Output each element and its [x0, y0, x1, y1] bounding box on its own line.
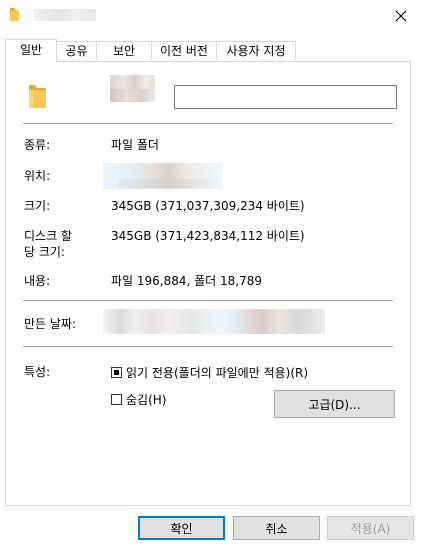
- disk-size-value: 345GB (371,423,834,112 바이트): [111, 229, 305, 243]
- title-bar: [0, 0, 421, 32]
- folder-name-blurred: [110, 75, 155, 102]
- folder-name-input[interactable]: [174, 85, 397, 109]
- advanced-button[interactable]: 고급(D)...: [274, 390, 395, 418]
- close-icon: [395, 10, 407, 22]
- disk-size-label-line2: 당 크기:: [24, 245, 65, 259]
- separator: [23, 123, 393, 124]
- ok-button[interactable]: 확인: [138, 516, 225, 540]
- tab-general[interactable]: 일반: [5, 39, 57, 62]
- hidden-checkbox[interactable]: [111, 394, 122, 405]
- folder-icon: [10, 8, 19, 21]
- tab-security[interactable]: 보안: [96, 41, 152, 60]
- disk-size-label-line1: 디스크 할: [24, 229, 72, 243]
- contains-label: 내용:: [24, 274, 51, 288]
- created-value-blurred: [103, 309, 325, 334]
- cancel-button[interactable]: 취소: [233, 516, 320, 540]
- type-value: 파일 폴더: [111, 138, 159, 152]
- readonly-checkbox[interactable]: [111, 367, 122, 378]
- contains-value: 파일 196,884, 폴더 18,789: [111, 274, 263, 288]
- apply-button[interactable]: 적용(A): [327, 516, 414, 540]
- readonly-label[interactable]: 읽기 전용(폴더의 파일에만 적용)(R): [126, 365, 308, 381]
- tab-sharing[interactable]: 공유: [56, 41, 97, 60]
- tab-customize[interactable]: 사용자 지정: [216, 41, 296, 60]
- created-label: 만든 날짜:: [24, 317, 77, 331]
- close-button[interactable]: [381, 0, 421, 32]
- window-title-blurred: [34, 9, 96, 21]
- tab-previous-versions[interactable]: 이전 버전: [151, 41, 217, 60]
- folder-icon: [29, 85, 46, 108]
- location-value-blurred: [103, 163, 223, 189]
- size-value: 345GB (371,037,309,234 바이트): [111, 199, 305, 213]
- size-label: 크기:: [24, 199, 51, 213]
- separator: [23, 346, 393, 347]
- attributes-label: 특성:: [24, 365, 51, 379]
- type-label: 종류:: [24, 138, 51, 152]
- hidden-label[interactable]: 숨김(H): [126, 392, 166, 408]
- location-label: 위치:: [24, 169, 51, 183]
- separator: [23, 300, 393, 301]
